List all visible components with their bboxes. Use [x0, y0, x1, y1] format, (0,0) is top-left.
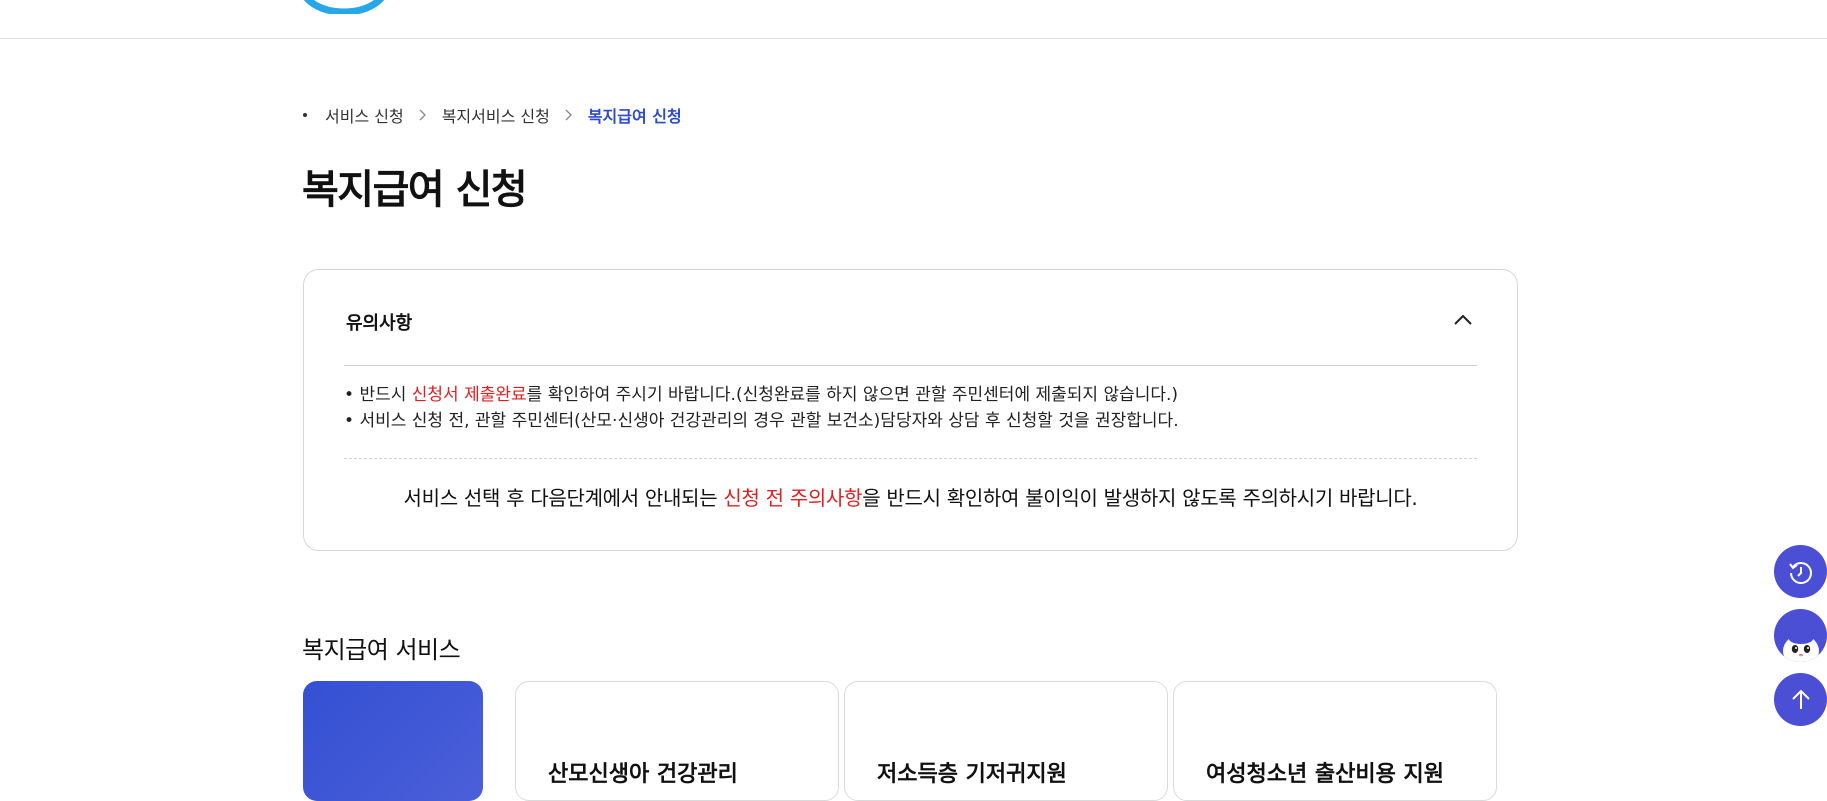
notice-footer: 서비스 선택 후 다음단계에서 안내되는 신청 전 주의사항을 반드시 확인하여… [304, 482, 1517, 511]
notice-panel: 유의사항 반드시 신청서 제출완료를 확인하여 주시기 바랍니다.(신청완료를 … [303, 269, 1518, 551]
recent-history-button[interactable] [1774, 545, 1827, 598]
chevron-right-icon [418, 109, 428, 121]
service-card[interactable]: 여성청소년 출산비용 지원 [1173, 681, 1497, 801]
history-icon [1788, 561, 1812, 584]
notice-highlight: 신청서 제출완료 [411, 385, 527, 405]
footer-text: 을 반드시 확인하여 불이익이 발생하지 않도록 주의하시기 바랍니다. [862, 486, 1418, 510]
home-dot-icon[interactable] [303, 113, 307, 117]
breadcrumb-current: 복지급여 신청 [587, 107, 682, 126]
notice-text: 반드시 [359, 385, 412, 405]
breadcrumb: 서비스 신청 복지서비스 신청 복지급여 신청 [303, 104, 682, 126]
chevron-right-icon [564, 109, 574, 121]
page-title: 복지급여 신청 [302, 167, 528, 213]
footer-text: 서비스 선택 후 다음단계에서 안내되는 [403, 486, 724, 510]
service-card-title: 저소득층 기저귀지원 [877, 762, 1067, 787]
services-section-title: 복지급여 서비스 [302, 636, 461, 664]
service-card[interactable]: 저소득층 기저귀지원 [844, 681, 1168, 801]
collapse-toggle-button[interactable] [1451, 308, 1475, 332]
chatbot-button[interactable] [1774, 609, 1827, 662]
breadcrumb-item-welfare-service-apply[interactable]: 복지서비스 신청 [442, 103, 550, 127]
scroll-to-top-button[interactable] [1774, 673, 1827, 726]
notice-list: 반드시 신청서 제출완료를 확인하여 주시기 바랍니다.(신청완료를 하지 않으… [344, 382, 1179, 434]
service-card-title: 산모신생아 건강관리 [548, 762, 738, 787]
top-header-bar [0, 0, 1827, 39]
chatbot-icon [1783, 634, 1819, 662]
notice-text: 를 확인하여 주시기 바랍니다.(신청완료를 하지 않으면 관할 주민센터에 제… [526, 385, 1179, 405]
notice-title: 유의사항 [346, 313, 413, 334]
notice-item-consult: 서비스 신청 전, 관할 주민센터(산모·신생아 건강관리의 경우 관할 보건소… [344, 408, 1178, 434]
service-card-title: 여성청소년 출산비용 지원 [1206, 762, 1444, 787]
service-category-card[interactable] [303, 681, 483, 801]
notice-dashed-divider [344, 458, 1477, 459]
notice-divider [344, 365, 1477, 366]
chevron-up-icon [1454, 314, 1472, 325]
arrow-up-icon [1791, 689, 1810, 709]
breadcrumb-item-service-apply[interactable]: 서비스 신청 [325, 103, 404, 127]
service-card[interactable]: 산모신생아 건강관리 [515, 681, 839, 801]
site-logo[interactable] [296, 0, 392, 14]
notice-item-submit: 반드시 신청서 제출완료를 확인하여 주시기 바랍니다.(신청완료를 하지 않으… [344, 382, 1179, 408]
footer-highlight: 신청 전 주의사항 [723, 486, 863, 510]
